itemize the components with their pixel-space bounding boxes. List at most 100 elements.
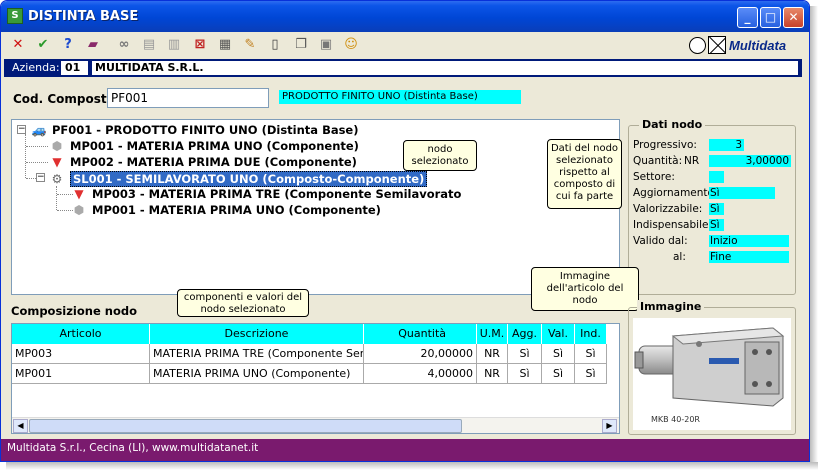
grid-header: Articolo Descrizione Quantità U.M. Agg. … [12, 324, 607, 344]
product-image: MKB 40-20R [633, 318, 791, 430]
tree-node-mp001-sub[interactable]: ⬢ MP001 - MATERIA PRIMA UNO (Componente) [70, 203, 381, 217]
book-icon[interactable]: ▰ [84, 36, 102, 54]
title-bar[interactable]: S DISTINTA BASE _ □ ✕ [1, 1, 809, 32]
gem-icon: ▼ [74, 187, 84, 201]
cod-composto-input[interactable]: PF001 [107, 88, 269, 108]
indispensabile-value: Sì [709, 219, 724, 231]
quantita-label: Quantità: [633, 155, 683, 167]
tree-node-mp001[interactable]: ⬢ MP001 - MATERIA PRIMA UNO (Componente) [48, 139, 359, 153]
valorizzabile-value: Sì [709, 203, 724, 215]
pneumatic-cylinder-icon [634, 327, 785, 407]
azienda-label: Azienda: [12, 61, 60, 74]
gem-icon: ▼ [52, 155, 62, 169]
palette-icon[interactable]: ☺ [342, 36, 360, 54]
horizontal-scrollbar[interactable]: ◀ ▶ [12, 417, 619, 433]
maximize-button[interactable]: □ [760, 7, 781, 28]
new-document-icon[interactable]: ▯ [266, 36, 284, 54]
print-preview-icon[interactable]: ▦ [216, 36, 234, 54]
immagine-panel: Immagine MKB 40-20R [628, 300, 796, 435]
cod-composto-label: Cod. Composto: [13, 92, 120, 106]
edit-icon[interactable]: ✎ [241, 36, 259, 54]
column-header-agg[interactable]: Agg. [508, 324, 542, 344]
valido-dal-value: Inizio [709, 235, 789, 247]
azienda-name: MULTIDATA S.R.L. [92, 61, 798, 75]
scroll-left-icon[interactable]: ◀ [13, 419, 28, 433]
scroll-right-icon[interactable]: ▶ [602, 419, 617, 433]
column-header-val[interactable]: Val. [542, 324, 575, 344]
tree-node-label: MP003 - MATERIA PRIMA TRE (Componente Se… [92, 187, 462, 201]
window-shadow-right [810, 6, 818, 468]
callout-dati-nodo: Dati del nodo selezionato rispetto al co… [547, 139, 622, 209]
cell-agg: Sì [508, 364, 542, 384]
column-header-ind[interactable]: Ind. [575, 324, 607, 344]
brand-name: Multidata [729, 37, 787, 53]
copy-icon[interactable]: ▤ [140, 36, 158, 54]
checkmark-icon[interactable]: ✔ [34, 36, 52, 54]
valido-dal-label: Valido dal: [633, 235, 688, 247]
delete-icon[interactable]: ⊠ [191, 36, 209, 54]
help-icon[interactable]: ? [59, 36, 77, 54]
column-header-um[interactable]: U.M. [477, 324, 508, 344]
callout-composizione: componenti e valori del nodo selezionato [177, 289, 309, 317]
tree-node-pf001[interactable]: 🚙 PF001 - PRODOTTO FINITO UNO (Distinta … [30, 123, 359, 137]
cell-articolo: MP001 [12, 364, 150, 384]
azienda-code: 01 [61, 61, 88, 75]
distinta-tree[interactable]: − 🚙 PF001 - PRODOTTO FINITO UNO (Distint… [11, 119, 620, 295]
logo-circle-icon [689, 36, 706, 54]
tree-node-label: MP002 - MATERIA PRIMA DUE (Componente) [70, 155, 357, 169]
immagine-title: Immagine [637, 300, 705, 313]
cell-quantita: 4,00000 [364, 364, 477, 384]
app-icon[interactable]: S [7, 8, 23, 24]
cell-val: Sì [542, 364, 575, 384]
logo-cross-icon [708, 36, 726, 54]
dati-nodo-panel: Dati nodo Progressivo: 3 Quantità: NR 3,… [628, 118, 796, 295]
settore-label: Settore: [633, 171, 675, 183]
tree-node-label: PF001 - PRODOTTO FINITO UNO (Distinta Ba… [52, 123, 359, 137]
footer-bar: Multidata S.r.l., Cecina (LI), www.multi… [1, 439, 809, 461]
window-title: DISTINTA BASE [28, 9, 139, 24]
table-row[interactable]: MP001 MATERIA PRIMA UNO (Componente) 4,0… [12, 364, 607, 384]
minimize-button[interactable]: _ [737, 7, 758, 28]
tree-node-sl001[interactable]: ⚙ SL001 - SEMILAVORATO UNO (Composto-Com… [48, 171, 428, 187]
cell-ind: Sì [575, 364, 607, 384]
callout-immagine: Immagine dell'articolo del nodo [531, 267, 639, 311]
aggiornamento-label: Aggiornamento: [633, 187, 718, 199]
close-button[interactable]: ✕ [783, 7, 804, 28]
clipboard-icon[interactable]: ▣ [317, 36, 335, 54]
paste-icon[interactable]: ▥ [165, 36, 183, 54]
cell-descrizione: MATERIA PRIMA UNO (Componente) [150, 364, 364, 384]
multidata-logo: Multidata [689, 35, 786, 55]
column-header-articolo[interactable]: Articolo [12, 324, 150, 344]
settore-value [709, 171, 724, 183]
indispensabile-label: Indispensabile: [633, 219, 712, 231]
azienda-bar: Azienda: 01 MULTIDATA S.R.L. [4, 59, 802, 77]
tree-node-mp002[interactable]: ▼ MP002 - MATERIA PRIMA DUE (Componente) [48, 155, 357, 169]
collapse-toggle[interactable]: − [36, 173, 45, 182]
composizione-grid[interactable]: Articolo Descrizione Quantità U.M. Agg. … [11, 323, 620, 434]
quantita-value: 3,00000 [709, 155, 791, 167]
cell-um: NR [477, 364, 508, 384]
car-icon: 🚙 [31, 123, 47, 137]
collapse-toggle[interactable]: − [17, 125, 26, 134]
al-value: Fine [709, 251, 789, 263]
cell-agg: Sì [508, 344, 542, 364]
duplicate-icon[interactable]: ❐ [292, 36, 310, 54]
table-row[interactable]: MP003 MATERIA PRIMA TRE (Componente Semi… [12, 344, 607, 364]
al-label: al: [673, 251, 686, 263]
column-header-quantita[interactable]: Quantità [364, 324, 477, 344]
progressivo-value: 3 [709, 139, 744, 151]
tree-node-label: SL001 - SEMILAVORATO UNO (Composto-Compo… [70, 171, 428, 187]
window-shadow-bottom [6, 462, 818, 470]
cod-composto-description: PRODOTTO FINITO UNO (Distinta Base) [279, 90, 521, 104]
cell-descrizione: MATERIA PRIMA TRE (Componente Semila [150, 344, 364, 364]
quantita-um: NR [684, 155, 700, 167]
column-header-descrizione[interactable]: Descrizione [150, 324, 364, 344]
image-caption: MKB 40-20R [651, 415, 700, 424]
binoculars-icon[interactable]: ∞ [115, 36, 133, 54]
cube-icon: ⬢ [73, 203, 85, 217]
callout-nodo-selezionato: nodo selezionato [403, 140, 477, 171]
scroll-thumb[interactable] [29, 419, 462, 433]
tree-node-mp003[interactable]: ▼ MP003 - MATERIA PRIMA TRE (Componente … [70, 187, 461, 201]
close-x-icon[interactable]: ✕ [9, 36, 27, 54]
dati-nodo-title: Dati nodo [639, 118, 706, 131]
